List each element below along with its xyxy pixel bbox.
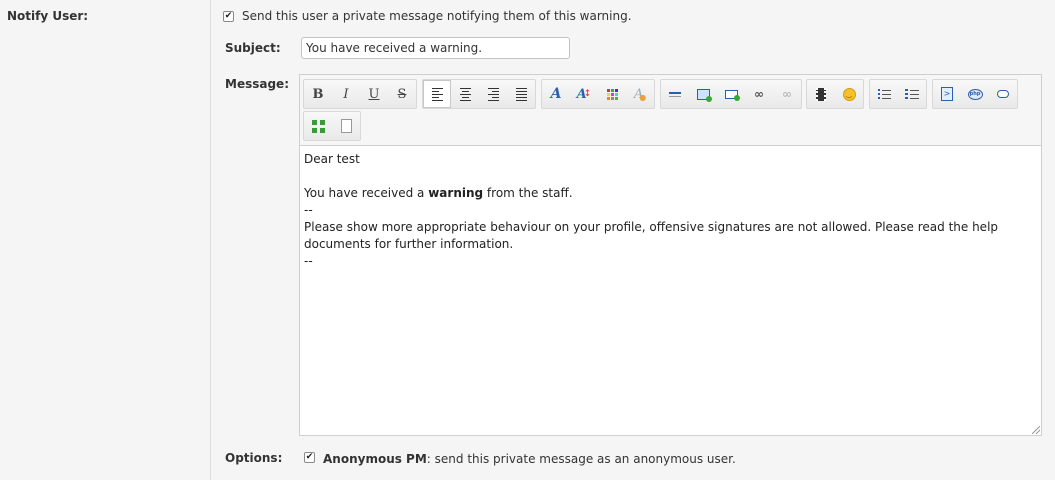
message-editor: B I U S A A ↕ A ● ∞ ∞ ‿ > php Dear test …: [299, 74, 1042, 436]
italic-icon[interactable]: I: [332, 80, 360, 108]
fullscreen-icon[interactable]: [304, 112, 332, 140]
message-label: Message:: [225, 77, 289, 91]
align-center-icon[interactable]: [451, 80, 479, 108]
underline-icon[interactable]: U: [360, 80, 388, 108]
font-icon[interactable]: A: [542, 80, 570, 108]
subject-label: Subject:: [225, 41, 281, 55]
media-group: ‿: [806, 79, 864, 109]
php-icon[interactable]: php: [961, 80, 989, 108]
align-right-icon[interactable]: [479, 80, 507, 108]
message-textarea[interactable]: Dear test You have received a warning fr…: [300, 145, 1041, 435]
horizontal-rule-icon[interactable]: [661, 80, 689, 108]
message-separator: --: [304, 203, 313, 217]
numbered-list-icon[interactable]: [898, 80, 926, 108]
notify-user-label: Notify User:: [7, 9, 89, 23]
message-text: You have received a: [304, 186, 429, 200]
text-color-icon[interactable]: [598, 80, 626, 108]
subject-input[interactable]: [301, 37, 570, 59]
message-line-greeting: Dear test: [304, 152, 360, 166]
remove-format-icon[interactable]: A ●: [626, 80, 654, 108]
strikethrough-icon[interactable]: S: [388, 80, 416, 108]
align-group: [422, 79, 536, 109]
anonymous-pm-label: Anonymous PM: [323, 452, 427, 466]
bullet-list-icon[interactable]: [870, 80, 898, 108]
code-group: > php: [932, 79, 1018, 109]
unlink-icon[interactable]: ∞: [773, 80, 801, 108]
editor-toolbar: B I U S A A ↕ A ● ∞ ∞ ‿ > php: [300, 75, 1041, 145]
insert-group: ∞ ∞: [660, 79, 802, 109]
email-icon[interactable]: [717, 80, 745, 108]
emoticon-icon[interactable]: ‿: [835, 80, 863, 108]
code-icon[interactable]: >: [933, 80, 961, 108]
anonymous-pm-checkbox[interactable]: ✔: [304, 452, 315, 463]
message-line-warning: You have received a warning from the sta…: [304, 185, 1037, 202]
resize-handle[interactable]: [1032, 426, 1040, 434]
image-icon[interactable]: [689, 80, 717, 108]
anonymous-pm-text: Anonymous PM: send this private message …: [323, 452, 736, 466]
view-group: [303, 111, 361, 141]
options-label: Options:: [225, 451, 283, 465]
message-bold-text: warning: [428, 186, 484, 200]
video-icon[interactable]: [807, 80, 835, 108]
notify-checkbox[interactable]: ✔: [223, 11, 234, 22]
bold-icon[interactable]: B: [304, 80, 332, 108]
message-line-reason: Please show more appropriate behaviour o…: [304, 220, 999, 251]
align-left-icon[interactable]: [423, 80, 451, 108]
list-group: [869, 79, 927, 109]
notify-checkbox-text: Send this user a private message notifyi…: [242, 9, 632, 23]
font-size-icon[interactable]: A ↕: [570, 80, 598, 108]
quote-icon[interactable]: [989, 80, 1017, 108]
left-column: Notify User:: [0, 0, 211, 480]
source-icon[interactable]: [332, 112, 360, 140]
format-group: B I U S: [303, 79, 417, 109]
anonymous-pm-description: : send this private message as an anonym…: [426, 452, 736, 466]
message-separator: --: [304, 254, 313, 268]
align-justify-icon[interactable]: [507, 80, 535, 108]
message-text: from the staff.: [483, 186, 573, 200]
font-group: A A ↕ A ●: [541, 79, 655, 109]
link-icon[interactable]: ∞: [745, 80, 773, 108]
